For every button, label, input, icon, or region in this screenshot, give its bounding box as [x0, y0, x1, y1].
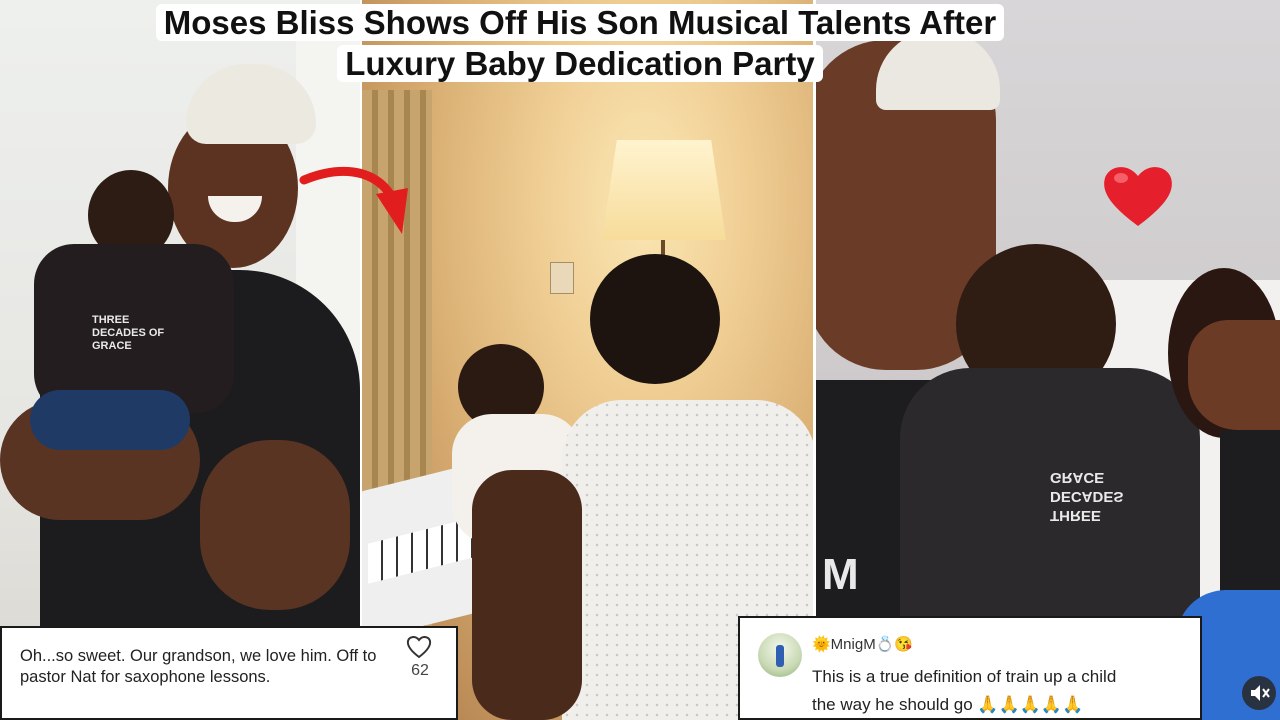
- man-arm-middle: [472, 470, 582, 720]
- man-head-back: [590, 254, 720, 384]
- like-count: 62: [411, 662, 429, 679]
- comment-card-right: 🌞MnigM💍😘 This is a true definition of tr…: [738, 616, 1202, 720]
- comment-text: Oh...so sweet. Our grandson, we love him…: [20, 647, 377, 686]
- baby-shirt-text: THREE DECADES OF GRACE: [92, 314, 165, 352]
- headline-line-2: Luxury Baby Dedication Party: [337, 45, 823, 82]
- wall-switch: [550, 262, 574, 294]
- heart-outline-icon[interactable]: [405, 633, 433, 661]
- baby-shirt-text-right: THREE DECADES GRACE: [1050, 469, 1124, 524]
- avatar[interactable]: [758, 633, 802, 677]
- photo-panel-middle: [362, 0, 816, 720]
- comment-line-1: This is a true definition of train up a …: [812, 667, 1117, 686]
- woman-face: [1188, 320, 1280, 430]
- baby-shirt: THREE DECADES OF GRACE: [34, 244, 234, 414]
- avatar-figure: [776, 645, 784, 667]
- comment-card-left: Oh...so sweet. Our grandson, we love him…: [0, 626, 458, 720]
- photo-panel-right: M THREE DECADES GRACE: [816, 0, 1280, 720]
- headline-line-1: Moses Bliss Shows Off His Son Musical Ta…: [155, 4, 1005, 41]
- headline-text: Moses Bliss Shows Off His Son Musical Ta…: [155, 2, 1005, 84]
- comment-username[interactable]: 🌞MnigM💍😘: [812, 635, 913, 653]
- red-heart-icon: [1104, 167, 1172, 226]
- comment-line-2: the way he should go 🙏🙏🙏🙏🙏: [812, 695, 1084, 714]
- comment-text-right: This is a true definition of train up a …: [812, 663, 1192, 719]
- baby-jeans: [30, 390, 190, 450]
- lamp-shade: [602, 140, 726, 240]
- photo-panel-left: MB1 THREE DECADES OF GRACE: [0, 0, 362, 720]
- red-arrow-icon: [299, 166, 408, 234]
- headline-banner: Moses Bliss Shows Off His Son Musical Ta…: [0, 2, 1160, 84]
- man-forearm: [200, 440, 350, 610]
- shirt-letter: M: [822, 550, 859, 599]
- mute-icon: [1251, 685, 1270, 701]
- mute-button[interactable]: [1242, 676, 1276, 710]
